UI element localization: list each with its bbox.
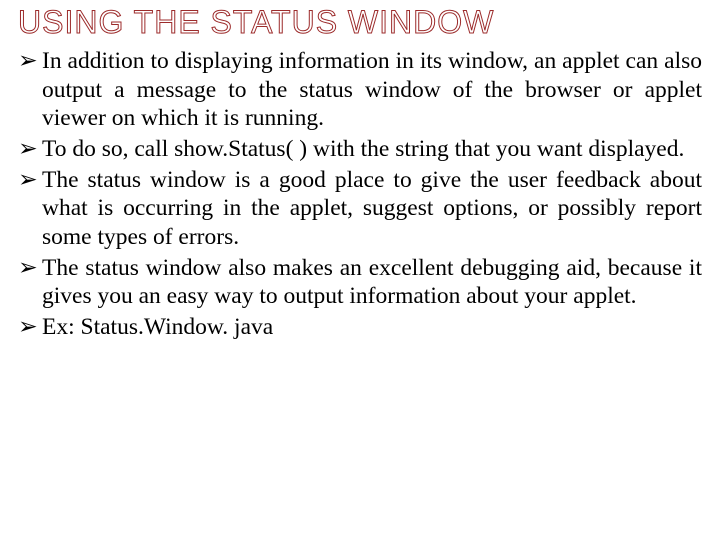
list-item: ➢Ex: Status.Window. java [18,313,702,342]
bullet-icon: ➢ [18,135,42,164]
list-item-text: The status window is a good place to giv… [42,167,702,250]
list-item: ➢To do so, call show.Status( ) with the … [18,135,702,164]
bullet-icon: ➢ [18,313,42,342]
list-item: ➢In addition to displaying information i… [18,47,702,133]
list-item-text: In addition to displaying information in… [42,48,702,131]
list-item-text: Ex: Status.Window. java [42,314,273,340]
list-item-text: The status window also makes an excellen… [42,255,702,310]
bullet-icon: ➢ [18,254,42,283]
list-item-text: To do so, call show.Status( ) with the s… [42,136,684,162]
slide: USING THE STATUS WINDOW ➢In addition to … [0,0,720,540]
bullet-icon: ➢ [18,47,42,76]
slide-title: USING THE STATUS WINDOW [18,4,702,41]
body-text: ➢In addition to displaying information i… [18,47,702,342]
bullet-icon: ➢ [18,166,42,195]
list-item: ➢The status window also makes an excelle… [18,254,702,311]
list-item: ➢The status window is a good place to gi… [18,166,702,252]
